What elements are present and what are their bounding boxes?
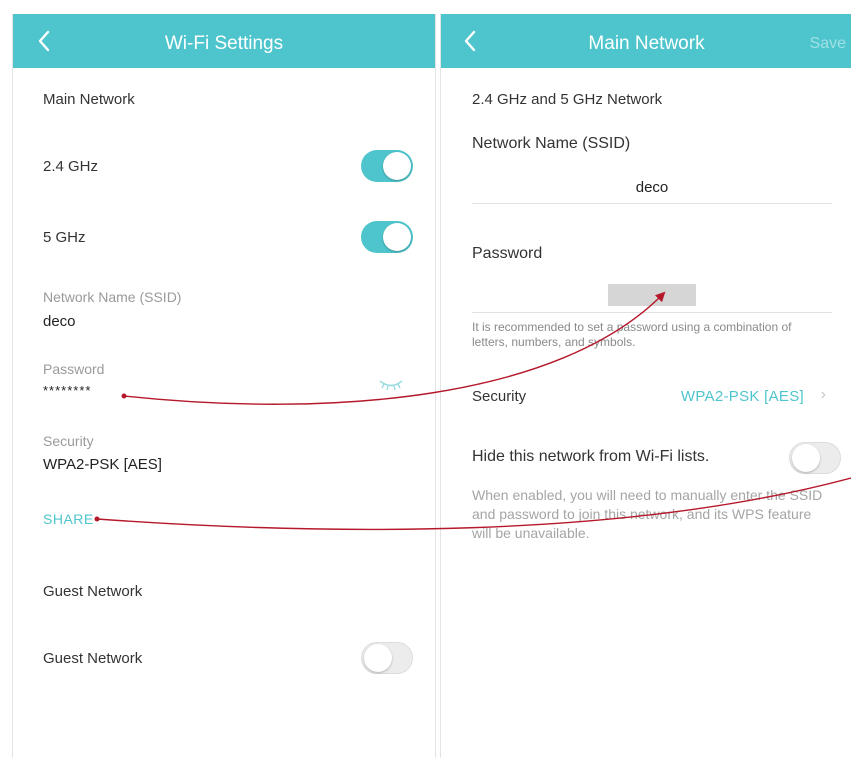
main-network-screen: Main Network Save 2.4 GHz and 5 GHz Netw… — [440, 14, 851, 758]
band-5-label: 5 GHz — [43, 229, 86, 246]
header-bar: Wi-Fi Settings — [13, 14, 435, 68]
password-label: Password — [472, 245, 543, 262]
save-button[interactable]: Save — [810, 14, 846, 74]
share-button[interactable]: SHARE — [43, 511, 94, 527]
ssid-label: Network Name (SSID) — [43, 289, 182, 305]
security-label: Security — [472, 388, 527, 405]
ssid-label: Network Name (SSID) — [472, 135, 631, 152]
security-value[interactable]: WPA2-PSK [AES] — [681, 388, 804, 405]
eye-closed-icon[interactable] — [377, 378, 405, 392]
password-label: Password — [43, 361, 105, 377]
guest-network-label: Guest Network — [43, 650, 143, 667]
toggle-knob — [383, 152, 411, 180]
ssid-value[interactable]: deco — [43, 313, 76, 330]
main-network-heading: Main Network — [43, 91, 135, 108]
toggle-knob — [364, 644, 392, 672]
hide-network-note: When enabled, you will need to manually … — [472, 487, 823, 541]
ssid-underline — [472, 203, 832, 204]
hide-network-label: Hide this network from Wi-Fi lists. — [472, 448, 710, 465]
password-underline — [472, 312, 832, 313]
band-5-toggle[interactable] — [361, 221, 413, 253]
guest-network-heading: Guest Network — [43, 583, 143, 600]
chevron-right-icon: › — [820, 386, 826, 403]
toggle-knob — [383, 223, 411, 251]
page-title: Wi-Fi Settings — [164, 33, 284, 54]
guest-network-toggle[interactable] — [361, 642, 413, 674]
wifi-settings-screen: Wi-Fi Settings Main Network 2.4 GHz 5 GH… — [12, 14, 436, 758]
header-bar: Main Network Save — [441, 14, 851, 68]
password-hint: It is recommended to set a password usin… — [472, 320, 792, 349]
security-value[interactable]: WPA2-PSK [AES] — [43, 456, 162, 473]
hide-network-toggle[interactable] — [789, 442, 841, 474]
page-title: Main Network — [588, 33, 705, 54]
toggle-knob — [792, 444, 820, 472]
band-24-toggle[interactable] — [361, 150, 413, 182]
band-section-heading: 2.4 GHz and 5 GHz Network — [472, 91, 663, 108]
ssid-input[interactable]: deco — [472, 179, 832, 196]
band-24-label: 2.4 GHz — [43, 158, 99, 175]
security-label: Security — [43, 433, 94, 449]
password-input-blurred[interactable] — [608, 284, 696, 306]
password-value[interactable]: ******** — [43, 383, 91, 398]
